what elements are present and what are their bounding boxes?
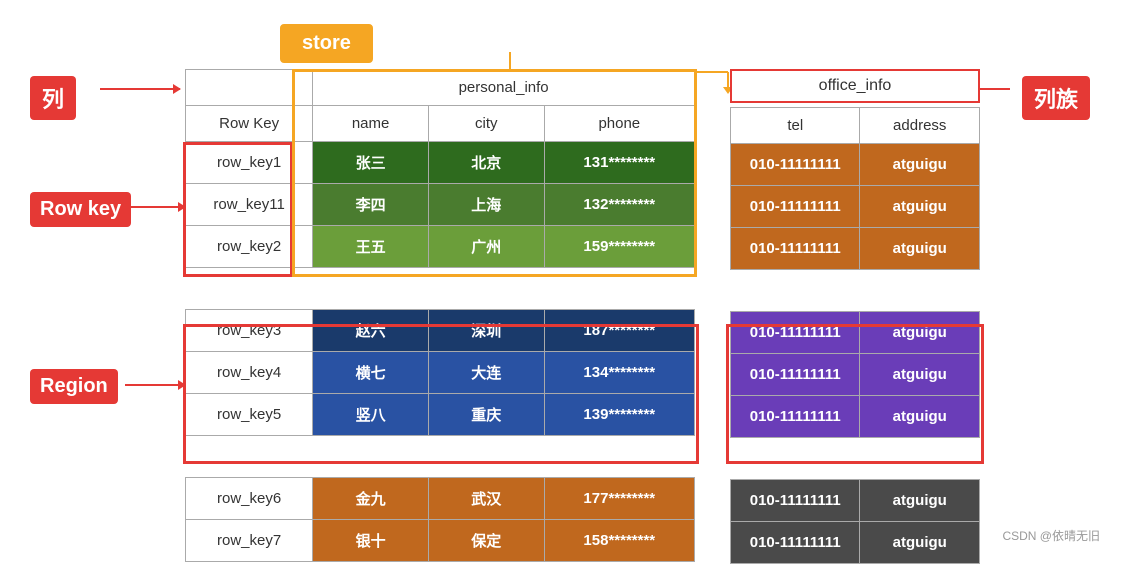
key-cell: row_key1 [186,141,313,183]
tel-cell: 010-11111111 [731,479,860,521]
tel-cell: 010-11111111 [731,395,860,437]
phone-cell: 159******** [544,225,694,267]
name-cell: 赵六 [313,309,429,351]
gap-row [731,269,980,311]
arrow-rowkey [125,206,185,208]
phone-cell: 177******** [544,477,694,519]
table-row: row_key5 竖八 重庆 139******** [186,393,695,435]
main-table: personal_info Row Key name city phone ro… [185,69,695,562]
phone-cell: 139******** [544,393,694,435]
name-cell: 金九 [313,477,429,519]
tel-cell: 010-11111111 [731,185,860,227]
right-table-row: 010-11111111 atguigu [731,395,980,437]
right-table-row: 010-11111111 atguigu [731,185,980,227]
right-table-row: 010-11111111 atguigu [731,311,980,353]
table-row: row_key7 银十 保定 158******** [186,519,695,561]
address-cell: atguigu [860,353,980,395]
right-table-row: 010-11111111 atguigu [731,479,980,521]
arrow-lie [100,88,180,90]
name-cell: 竖八 [313,393,429,435]
header-empty [186,69,313,105]
city-cell: 重庆 [428,393,544,435]
city-cell: 深圳 [428,309,544,351]
address-cell: atguigu [860,521,980,563]
table-row: row_key6 金九 武汉 177******** [186,477,695,519]
right-table-row: 010-11111111 atguigu [731,143,980,185]
right-table-row: 010-11111111 atguigu [731,227,980,269]
key-cell: row_key3 [186,309,313,351]
header-row-2: Row Key name city phone [186,105,695,141]
header-rowkey: Row Key [186,105,313,141]
city-cell: 广州 [428,225,544,267]
key-cell: row_key6 [186,477,313,519]
diagram-container: 列 列族 Row key Region store office_info pe… [20,14,1120,554]
address-cell: atguigu [860,479,980,521]
phone-cell: 132******** [544,183,694,225]
tel-cell: 010-11111111 [731,143,860,185]
city-cell: 武汉 [428,477,544,519]
phone-cell: 187******** [544,309,694,351]
header-row-1: personal_info [186,69,695,105]
label-lie: 列 [30,76,76,120]
tel-cell: 010-11111111 [731,521,860,563]
name-cell: 银十 [313,519,429,561]
arrow-region [125,384,185,386]
store-box: store [280,24,373,63]
address-cell: atguigu [860,395,980,437]
city-cell: 保定 [428,519,544,561]
tel-cell: 010-11111111 [731,311,860,353]
table-row: row_key2 王五 广州 159******** [186,225,695,267]
name-cell: 李四 [313,183,429,225]
phone-cell: 134******** [544,351,694,393]
city-cell: 大连 [428,351,544,393]
table-row: row_key1 张三 北京 131******** [186,141,695,183]
label-region: Region [30,369,118,404]
table-row: row_key3 赵六 深圳 187******** [186,309,695,351]
key-cell: row_key2 [186,225,313,267]
city-cell: 上海 [428,183,544,225]
label-rowkey: Row key [30,192,131,227]
header-address: address [860,107,980,143]
office-info-box: office_info [730,69,980,103]
name-cell: 横七 [313,351,429,393]
tel-cell: 010-11111111 [731,353,860,395]
address-cell: atguigu [860,311,980,353]
header-name: name [313,105,429,141]
key-cell: row_key5 [186,393,313,435]
phone-cell: 131******** [544,141,694,183]
gap-row [186,435,695,477]
address-cell: atguigu [860,185,980,227]
gap-row [186,267,695,309]
address-cell: atguigu [860,143,980,185]
header-tel: tel [731,107,860,143]
table-row: row_key4 横七 大连 134******** [186,351,695,393]
right-header-row: tel address [731,107,980,143]
header-personal-info: personal_info [313,69,695,105]
key-cell: row_key7 [186,519,313,561]
right-table: tel address 010-11111111 atguigu 010-111… [730,107,980,564]
tel-cell: 010-11111111 [731,227,860,269]
label-liezu: 列族 [1022,76,1090,120]
gap-row [731,437,980,479]
header-phone: phone [544,105,694,141]
header-city: city [428,105,544,141]
watermark: CSDN @依晴无旧 [1002,527,1100,544]
name-cell: 张三 [313,141,429,183]
address-cell: atguigu [860,227,980,269]
table-row: row_key11 李四 上海 132******** [186,183,695,225]
name-cell: 王五 [313,225,429,267]
key-cell: row_key4 [186,351,313,393]
right-table-row: 010-11111111 atguigu [731,353,980,395]
right-table-row: 010-11111111 atguigu [731,521,980,563]
phone-cell: 158******** [544,519,694,561]
city-cell: 北京 [428,141,544,183]
key-cell: row_key11 [186,183,313,225]
